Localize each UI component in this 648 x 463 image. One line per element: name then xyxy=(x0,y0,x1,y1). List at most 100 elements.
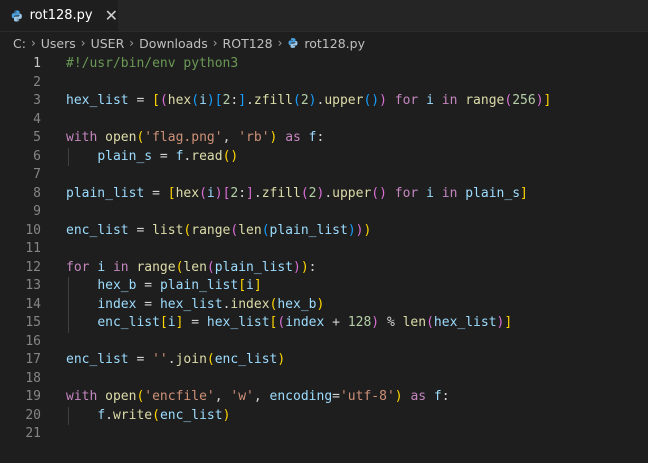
code-line[interactable]: 13 hex_b = plain_list[i] xyxy=(0,277,648,296)
code-line[interactable]: 21 xyxy=(0,425,648,444)
line-number: 20 xyxy=(25,407,41,423)
code-text: enc_list = list(range(len(plain_list))) xyxy=(66,222,371,241)
code-token: i xyxy=(246,278,254,293)
code-token: range xyxy=(191,222,231,238)
code-token: ( xyxy=(206,352,215,367)
code-token: f xyxy=(308,130,317,145)
python-file-icon xyxy=(11,9,22,22)
breadcrumb-item[interactable]: C: xyxy=(13,36,26,51)
code-text: with open('encfile', 'w', encoding='utf-… xyxy=(66,388,450,407)
code-line[interactable]: 5 with open('flag.png', 'rb') as f: xyxy=(0,129,648,148)
code-token: [ xyxy=(167,185,176,201)
code-token: ( xyxy=(261,222,270,238)
code-line[interactable]: 9 xyxy=(0,203,648,222)
code-token: = xyxy=(144,185,168,201)
code-token: 128 xyxy=(347,315,372,330)
code-line[interactable]: 3 hex_list = [(hex(i)[2:].zfill(2).upper(… xyxy=(0,92,648,111)
code-line[interactable]: 12 for i in range(len(plain_list)): xyxy=(0,259,648,278)
code-token: in xyxy=(112,259,129,275)
code-token: index xyxy=(285,315,325,330)
code-token: enc_list xyxy=(159,407,223,423)
tab-rot128-py[interactable]: rot128.py ✕ xyxy=(0,0,118,31)
code-line[interactable]: 19 with open('encfile', 'w', encoding='ut… xyxy=(0,388,648,407)
breadcrumb-separator-icon: › xyxy=(30,36,36,50)
code-token: hex xyxy=(167,93,192,108)
code-editor[interactable]: 1 #!/usr/bin/env python3 2 3 hex_list = [(he… xyxy=(0,55,648,444)
code-token: . xyxy=(324,185,333,201)
code-token: open xyxy=(105,389,137,404)
code-token: ] xyxy=(520,185,528,201)
code-line[interactable]: 1 #!/usr/bin/env python3 xyxy=(0,55,648,74)
code-line[interactable]: 2 xyxy=(0,74,648,93)
code-token: i xyxy=(206,185,215,201)
code-text: with open('flag.png', 'rb') as f: xyxy=(66,129,324,148)
code-line[interactable]: 14 index = hex_list.index(hex_b) xyxy=(0,295,648,314)
code-text: for i in range(len(plain_list)): xyxy=(66,259,317,278)
code-token: upper xyxy=(332,185,372,201)
code-token: plain_list xyxy=(159,278,239,293)
breadcrumb-item[interactable]: Downloads xyxy=(139,36,208,51)
close-icon[interactable]: ✕ xyxy=(105,7,118,24)
breadcrumb-item[interactable]: USER xyxy=(91,36,125,51)
code-token: ] xyxy=(238,93,247,108)
code-line[interactable]: 17 enc_list = ''.join(enc_list) xyxy=(0,351,648,370)
indent-guide xyxy=(68,147,69,166)
code-token: len xyxy=(402,315,427,330)
code-token: range xyxy=(136,259,176,275)
code-line[interactable]: 6 plain_s = f.read() xyxy=(0,147,648,166)
code-token: index xyxy=(97,296,137,312)
code-token: zfill xyxy=(261,185,301,201)
line-number: 6 xyxy=(33,148,41,164)
code-token: in xyxy=(441,93,458,108)
code-token: ) xyxy=(308,93,317,108)
code-token: = xyxy=(136,296,160,312)
line-number: 11 xyxy=(25,241,41,256)
code-token: ) xyxy=(379,93,387,108)
code-line[interactable]: 10 enc_list = list(range(len(plain_list))… xyxy=(0,222,648,241)
code-token: ) xyxy=(206,93,215,108)
code-token: hex xyxy=(175,185,200,201)
code-line[interactable]: 11 xyxy=(0,240,648,259)
code-line[interactable]: 15 enc_list[i] = hex_list[(index + 128) … xyxy=(0,314,648,333)
code-line[interactable]: 7 xyxy=(0,166,648,185)
code-token: index xyxy=(230,296,270,312)
code-token: hex_list xyxy=(159,296,223,312)
code-token: ) xyxy=(394,389,403,404)
code-line[interactable]: 16 xyxy=(0,333,648,352)
code-line[interactable]: 18 xyxy=(0,370,648,389)
code-token: plain_list xyxy=(66,185,145,201)
code-line[interactable]: 20 f.write(enc_list) xyxy=(0,406,648,425)
code-token: ( xyxy=(277,315,286,330)
code-token: i xyxy=(167,315,176,330)
breadcrumb-item[interactable]: Users xyxy=(41,36,76,51)
breadcrumb: C: › Users › USER › Downloads › ROT128 › rot128.py xyxy=(0,32,648,54)
code-token: , xyxy=(253,389,270,404)
code-token: [ xyxy=(159,315,168,330)
code-token: join xyxy=(175,352,207,367)
code-token: i xyxy=(199,93,207,108)
code-token: = xyxy=(152,148,176,164)
code-token: : xyxy=(308,259,317,275)
line-number: 10 xyxy=(25,222,41,238)
code-token: ( xyxy=(293,93,301,108)
code-token: as xyxy=(410,389,427,404)
code-token: ] xyxy=(543,93,552,108)
code-token: = xyxy=(136,278,160,293)
code-token: 2 xyxy=(308,185,317,201)
code-token: hex_list xyxy=(433,315,497,330)
code-line[interactable]: 4 xyxy=(0,111,648,130)
line-number: 17 xyxy=(25,352,41,367)
breadcrumb-item[interactable]: ROT128 xyxy=(223,36,273,51)
code-token: ( xyxy=(152,407,160,423)
breadcrumb-file[interactable]: rot128.py xyxy=(287,36,365,51)
code-line[interactable]: 8 plain_list = [hex(i)[2:].zfill(2).upper… xyxy=(0,185,648,204)
code-text: hex_list = [(hex(i)[2:].zfill(2).upper()… xyxy=(66,92,551,111)
code-token: ] xyxy=(253,278,262,293)
code-token: ( xyxy=(371,185,380,201)
